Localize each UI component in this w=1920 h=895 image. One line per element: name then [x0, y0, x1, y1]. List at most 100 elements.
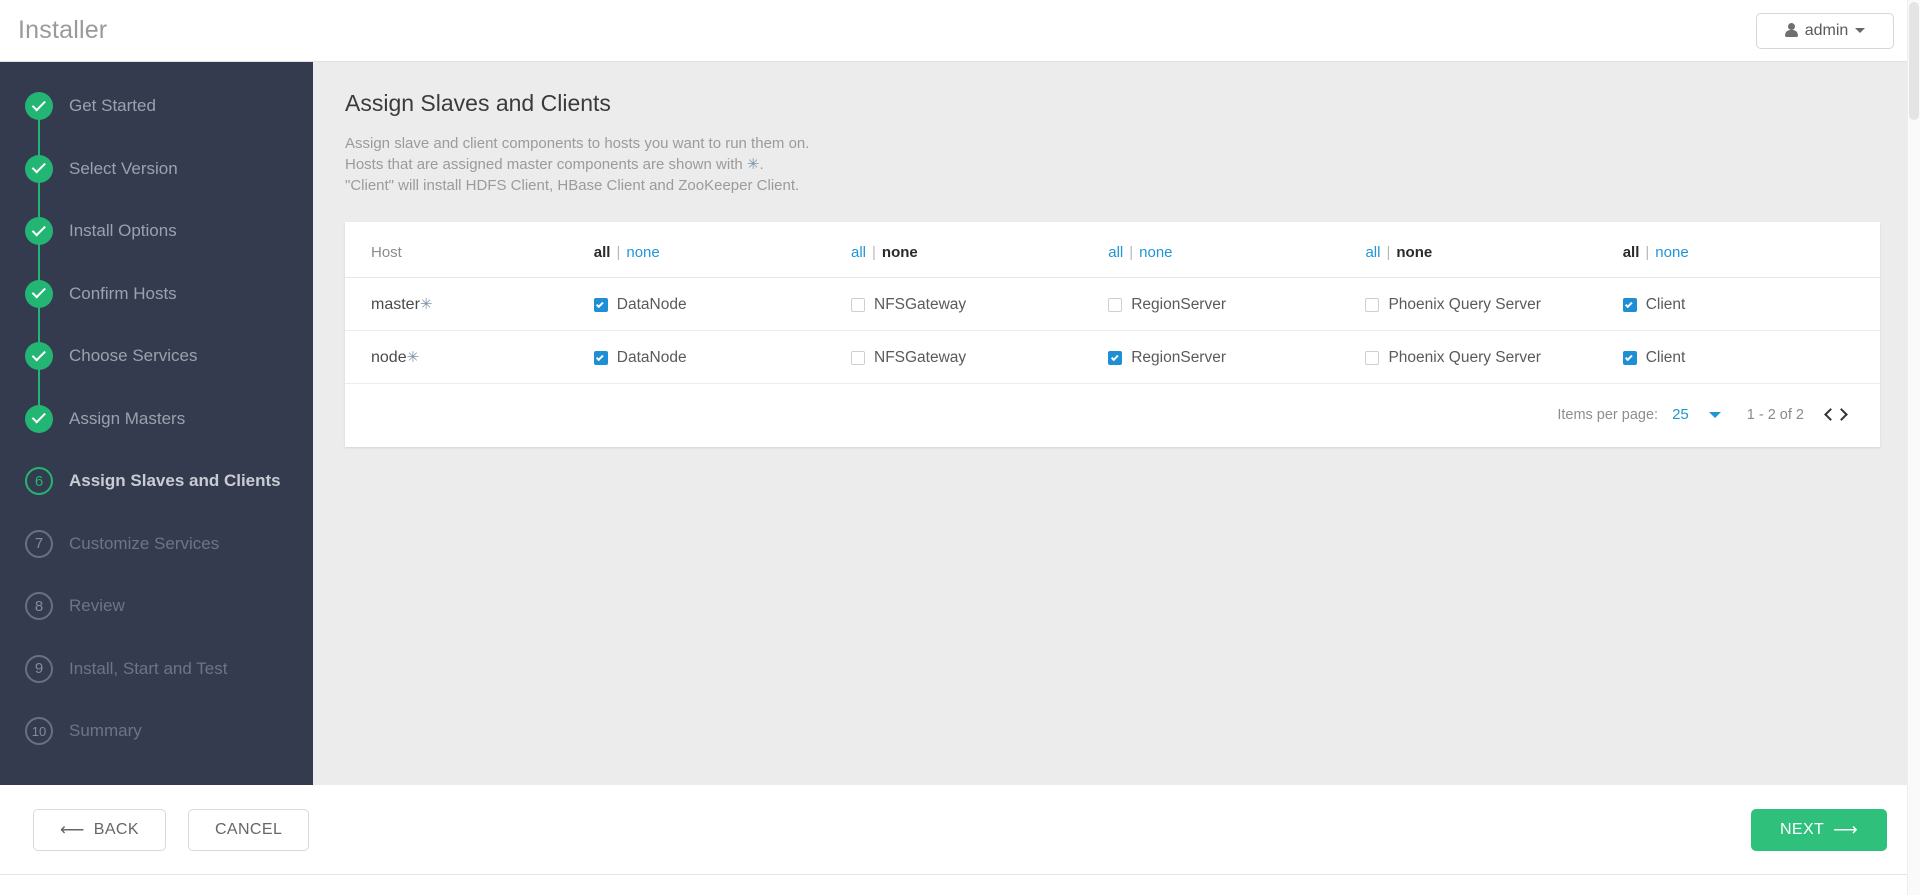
component-toggle[interactable]: NFSGateway — [851, 296, 1108, 314]
component-cell: DataNode — [593, 277, 851, 331]
checkmark-glyph — [31, 409, 46, 424]
sidebar-step-confirm-hosts[interactable]: Confirm Hosts — [0, 279, 313, 343]
column-header-phoenix-query-server: all | none — [1365, 222, 1623, 278]
checkbox-checked[interactable] — [1622, 350, 1637, 365]
user-menu-button[interactable]: admin — [1756, 12, 1894, 49]
step-connector-line — [38, 106, 40, 418]
component-toggle[interactable]: Phoenix Query Server — [1365, 349, 1622, 367]
component-label: DataNode — [616, 295, 687, 313]
wizard-step-list: Get Started Select Version Install Options… — [0, 92, 313, 780]
select-all-link[interactable]: all — [1365, 244, 1380, 261]
checkbox-checked[interactable] — [593, 350, 608, 365]
column-header-regionserver: all | none — [1108, 222, 1366, 278]
description-line-2: Hosts that are assigned master component… — [345, 154, 1873, 175]
page-size-value[interactable]: 25 — [1672, 406, 1689, 423]
select-none-link[interactable]: none — [1396, 244, 1432, 261]
host-assignment-table: Host all | none all | none all | none all | none all… — [345, 222, 1880, 384]
check-icon — [25, 404, 53, 433]
select-all-link[interactable]: all — [594, 244, 611, 261]
chevron-down-icon[interactable] — [1708, 411, 1721, 418]
component-label: RegionServer — [1131, 295, 1227, 313]
checkbox-checked[interactable] — [593, 297, 608, 312]
component-cell: RegionServer — [1108, 277, 1366, 331]
sidebar-step-assign-masters[interactable]: Assign Masters — [0, 404, 313, 468]
checkbox-unchecked[interactable] — [851, 350, 865, 365]
component-toggle[interactable]: RegionServer — [1108, 296, 1365, 314]
chevron-right-icon[interactable] — [1835, 408, 1848, 421]
table-row: node✳ DataNode NFSGateway RegionServer Phoen… — [345, 330, 1880, 384]
main-content: Assign Slaves and Clients Assign slave a… — [313, 62, 1920, 785]
link-separator: | — [1129, 244, 1134, 261]
component-label: Phoenix Query Server — [1388, 295, 1541, 313]
select-all-link[interactable]: all — [1623, 244, 1640, 261]
component-label: Client — [1645, 348, 1686, 366]
sidebar-step-label: Review — [69, 596, 125, 615]
sidebar-step-label: Select Version — [69, 158, 178, 178]
back-button[interactable]: ⟵ BACK — [33, 808, 166, 851]
cancel-button[interactable]: CANCEL — [187, 808, 310, 851]
component-label: Client — [1645, 295, 1686, 313]
component-toggle[interactable]: Phoenix Query Server — [1365, 296, 1622, 314]
page-scrollbar[interactable] — [1907, 0, 1920, 895]
select-all-link[interactable]: all — [1108, 244, 1123, 261]
component-toggle[interactable]: DataNode — [593, 349, 851, 367]
component-cell: Phoenix Query Server — [1365, 277, 1623, 331]
component-toggle[interactable]: NFSGateway — [851, 349, 1108, 367]
component-label: Phoenix Query Server — [1388, 348, 1541, 366]
sidebar-step-install-start-and-test[interactable]: 9 Install, Start and Test — [0, 654, 313, 718]
sidebar-step-install-options[interactable]: Install Options — [0, 217, 313, 280]
top-bar: Installer admin — [0, 0, 1920, 62]
sidebar-step-label: Choose Services — [69, 346, 198, 365]
checkbox-checked[interactable] — [1622, 297, 1637, 312]
checkmark-glyph — [31, 159, 46, 174]
host-header-label: Host — [371, 244, 402, 261]
checkbox-unchecked[interactable] — [1108, 297, 1123, 312]
checkmark-glyph — [596, 352, 604, 361]
checkmark-glyph — [31, 284, 46, 299]
sidebar-step-assign-slaves-and-clients[interactable]: 6 Assign Slaves and Clients — [0, 467, 313, 530]
component-toggle[interactable]: RegionServer — [1108, 349, 1365, 367]
checkbox-checked[interactable] — [1108, 350, 1123, 365]
sidebar-step-label: Install, Start and Test — [69, 658, 228, 678]
scrollbar-thumb[interactable] — [1909, 2, 1919, 120]
next-button[interactable]: NEXT ⟶ — [1750, 808, 1887, 851]
component-label: RegionServer — [1131, 348, 1227, 366]
host-name: master — [371, 296, 420, 313]
column-header-datanode: all | none — [593, 222, 851, 278]
component-cell: Client — [1622, 277, 1880, 331]
sidebar-step-choose-services[interactable]: Choose Services — [0, 342, 313, 405]
sidebar-step-label: Assign Slaves and Clients — [69, 471, 281, 490]
sidebar-step-customize-services[interactable]: 7 Customize Services — [0, 529, 313, 593]
next-button-label: NEXT — [1779, 820, 1825, 838]
sidebar-step-summary[interactable]: 10 Summary — [0, 717, 313, 780]
select-none-link[interactable]: none — [1655, 244, 1688, 261]
sidebar-step-get-started[interactable]: Get Started — [0, 92, 313, 155]
page-title: Assign Slaves and Clients — [345, 90, 611, 116]
component-cell: NFSGateway — [851, 277, 1109, 331]
component-toggle[interactable]: Client — [1622, 295, 1880, 314]
select-none-link[interactable]: none — [626, 244, 659, 261]
select-none-link[interactable]: none — [1139, 244, 1172, 261]
component-toggle[interactable]: Client — [1622, 348, 1880, 367]
assignment-card: Host all | none all | none all | none all | none all… — [345, 222, 1880, 447]
host-name: node — [371, 349, 407, 366]
sidebar-step-review[interactable]: 8 Review — [0, 592, 313, 655]
checkbox-unchecked[interactable] — [1365, 350, 1380, 365]
description-line-2-suffix: . — [759, 156, 764, 173]
description-line-1: Assign slave and client components to ho… — [345, 135, 810, 152]
paginator: Items per page: 25 1 - 2 of 2 — [345, 384, 1880, 423]
checkbox-unchecked[interactable] — [851, 297, 865, 312]
select-all-link[interactable]: all — [851, 244, 866, 261]
sidebar-step-select-version[interactable]: Select Version — [0, 154, 313, 218]
checkbox-unchecked[interactable] — [1365, 297, 1380, 312]
check-icon — [25, 92, 53, 120]
link-separator: | — [1386, 244, 1391, 261]
select-none-link[interactable]: none — [882, 244, 918, 261]
table-body: master✳ DataNode NFSGateway RegionServer Pho… — [345, 277, 1880, 384]
wizard-footer: ⟵ BACK CANCEL NEXT ⟶ — [0, 785, 1920, 875]
component-toggle[interactable]: DataNode — [593, 295, 851, 314]
bottom-strip — [0, 875, 1920, 895]
description-line-3: "Client" will install HDFS Client, HBase… — [345, 177, 800, 194]
master-asterisk-icon: ✳ — [746, 156, 760, 173]
sidebar-step-label: Install Options — [69, 221, 177, 240]
